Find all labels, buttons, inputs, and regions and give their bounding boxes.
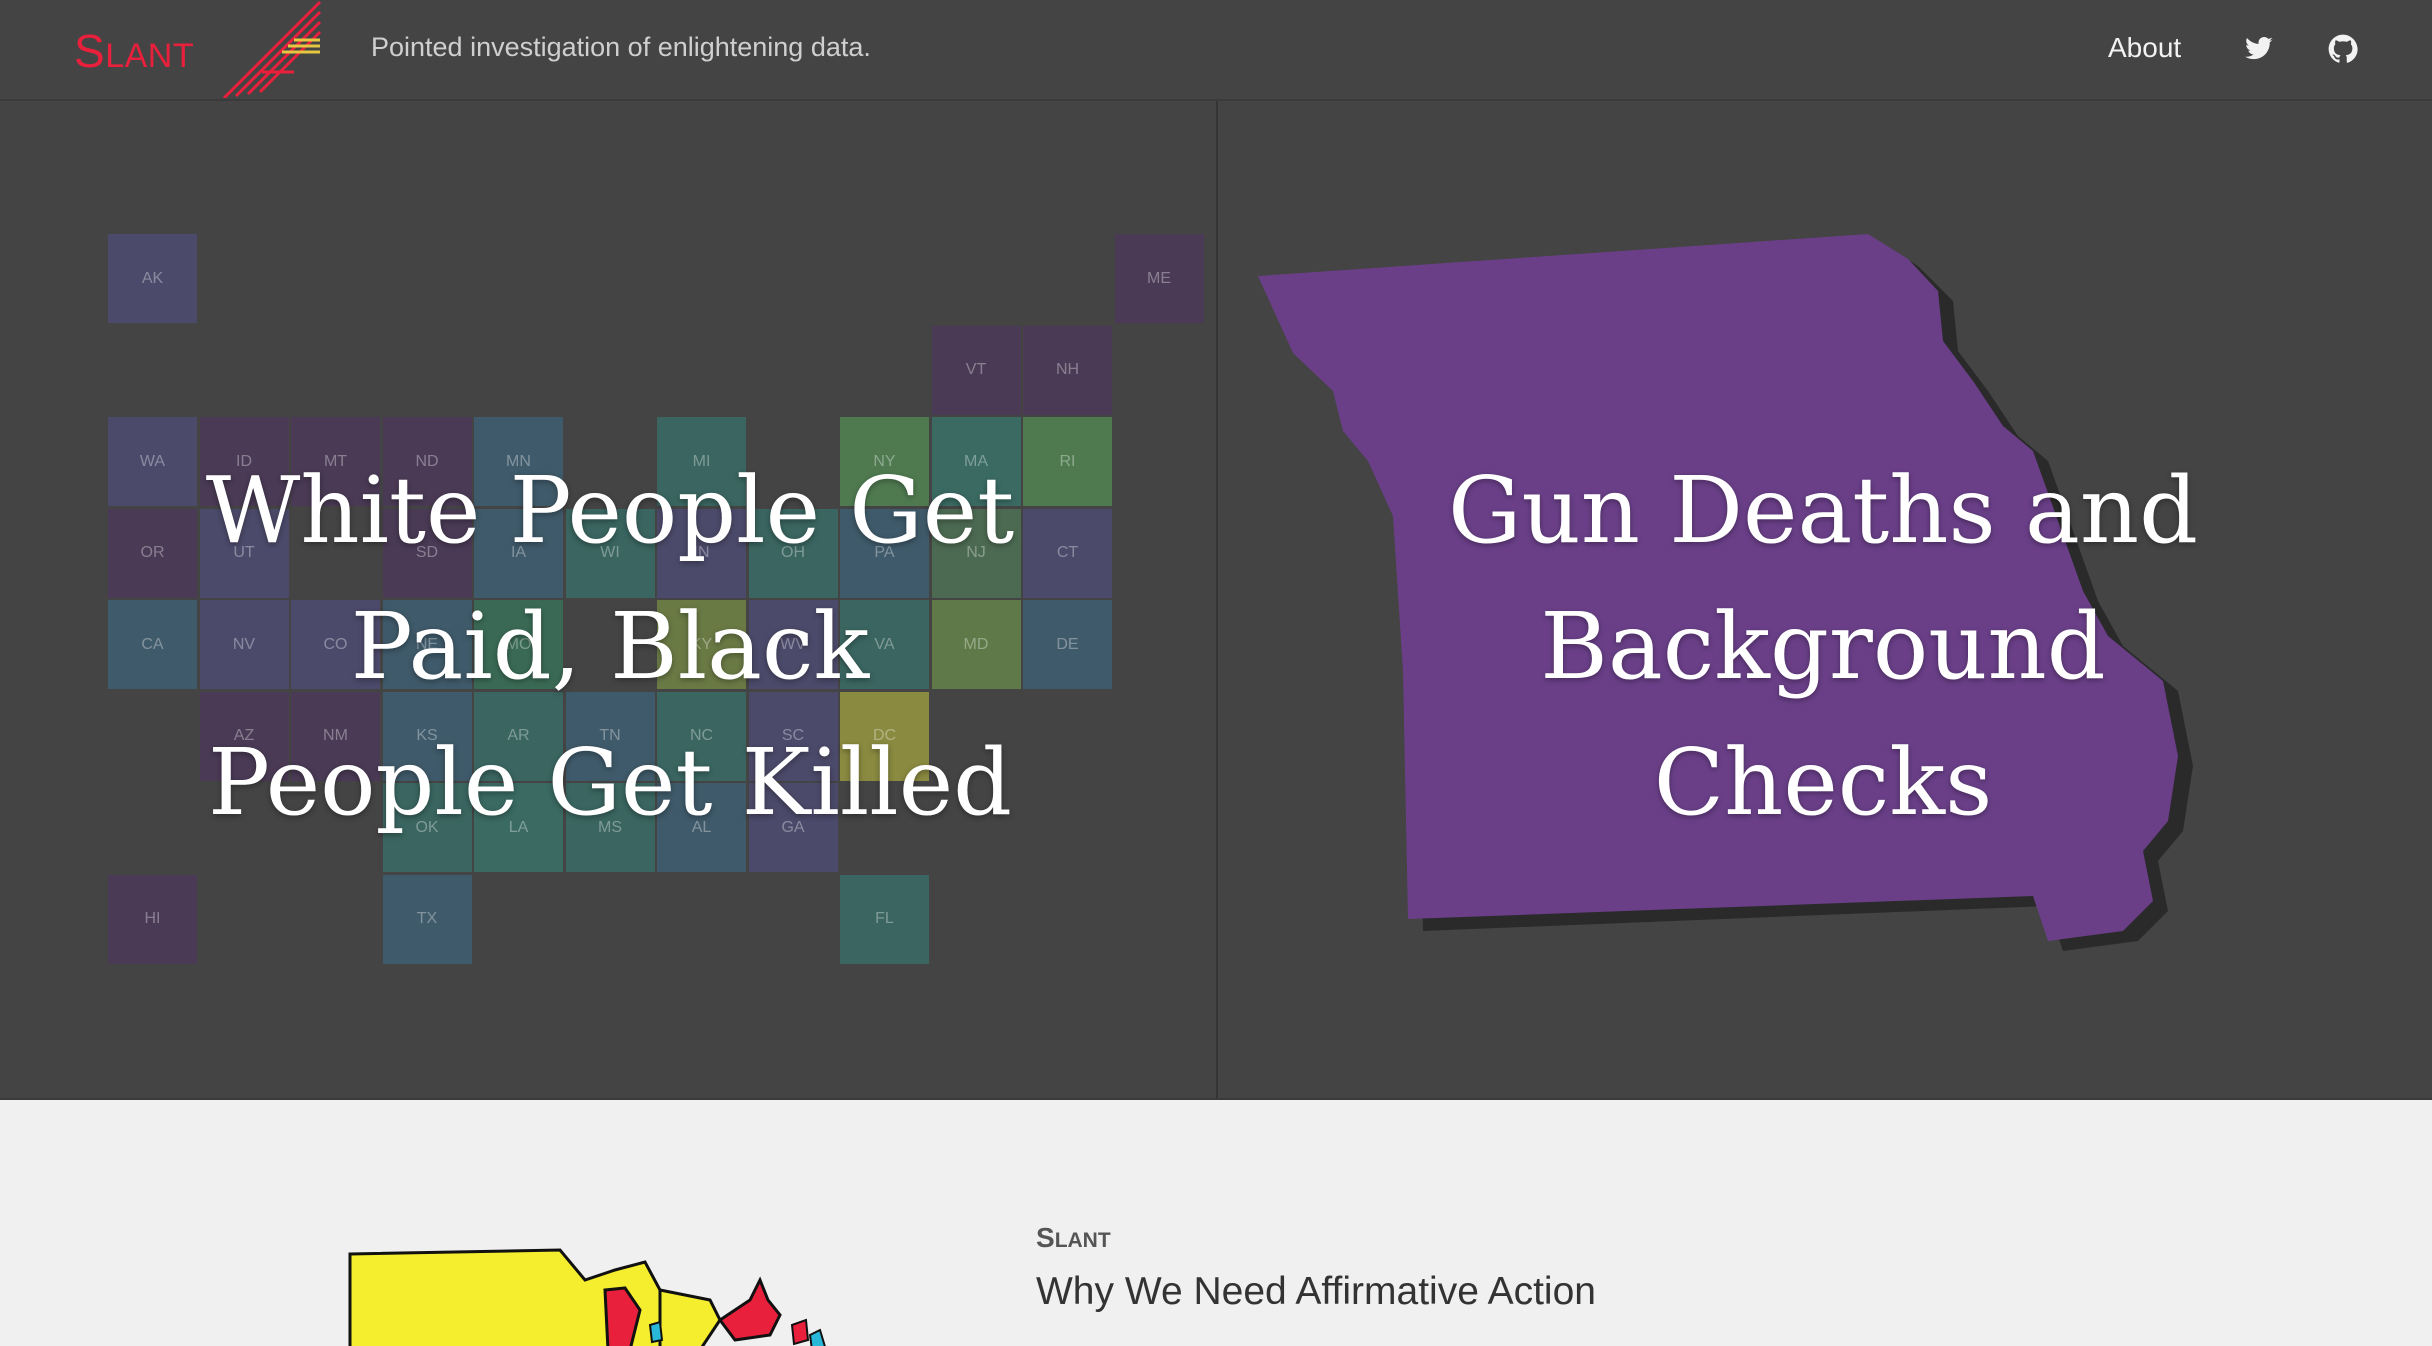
article-kicker: S LANT (1036, 1222, 1111, 1254)
state-tile-wa: WA (108, 417, 197, 506)
state-tile-vt: VT (931, 325, 1021, 415)
kicker-rest: LANT (1054, 1229, 1111, 1252)
state-tile-ri: RI (1023, 417, 1112, 506)
brand-rest: LANT (105, 37, 195, 75)
lower-article-map[interactable] (340, 1240, 840, 1346)
nav-about-link[interactable]: About (2108, 32, 2181, 64)
state-tile-tx: TX (382, 874, 472, 964)
slant-logo-icon[interactable] (222, 0, 322, 98)
state-tile-hi: HI (108, 874, 197, 964)
article-title-link[interactable]: Why We Need Affirmative Action (1036, 1270, 1596, 1314)
panel-bottom-border (0, 1098, 2432, 1100)
kicker-initial: S (1036, 1222, 1055, 1253)
feature-card-gun-deaths[interactable]: Gun Deaths and Background Checks (1218, 101, 2432, 1100)
site-logo-text[interactable]: S LANT (74, 24, 195, 77)
state-tile-fl: FL (840, 874, 929, 964)
state-tile-me: ME (1114, 234, 1204, 323)
brand-initial: S (74, 25, 106, 77)
state-tile-de: DE (1023, 600, 1112, 689)
twitter-icon[interactable] (2244, 34, 2274, 64)
site-header: S LANT Pointed investigation of enlighten… (0, 0, 2432, 101)
github-icon[interactable] (2328, 34, 2358, 64)
feature-card-white-black[interactable]: AK ME VT NH WA ID MT ND MN MI NY MA RI OR UT SD IA WI OH PA… (0, 101, 1216, 1100)
state-tile-ca: CA (108, 600, 197, 689)
feature-headline[interactable]: White People Get Paid, Black People Get … (200, 443, 1020, 851)
state-tile-or: OR (108, 508, 197, 598)
site-tagline: Pointed investigation of enlightening da… (371, 32, 871, 62)
state-tile-nh: NH (1023, 325, 1112, 415)
state-tile-ct: CT (1023, 508, 1112, 598)
state-tile-ak: AK (108, 234, 197, 323)
feature-headline[interactable]: Gun Deaths and Background Checks (1398, 443, 2248, 851)
